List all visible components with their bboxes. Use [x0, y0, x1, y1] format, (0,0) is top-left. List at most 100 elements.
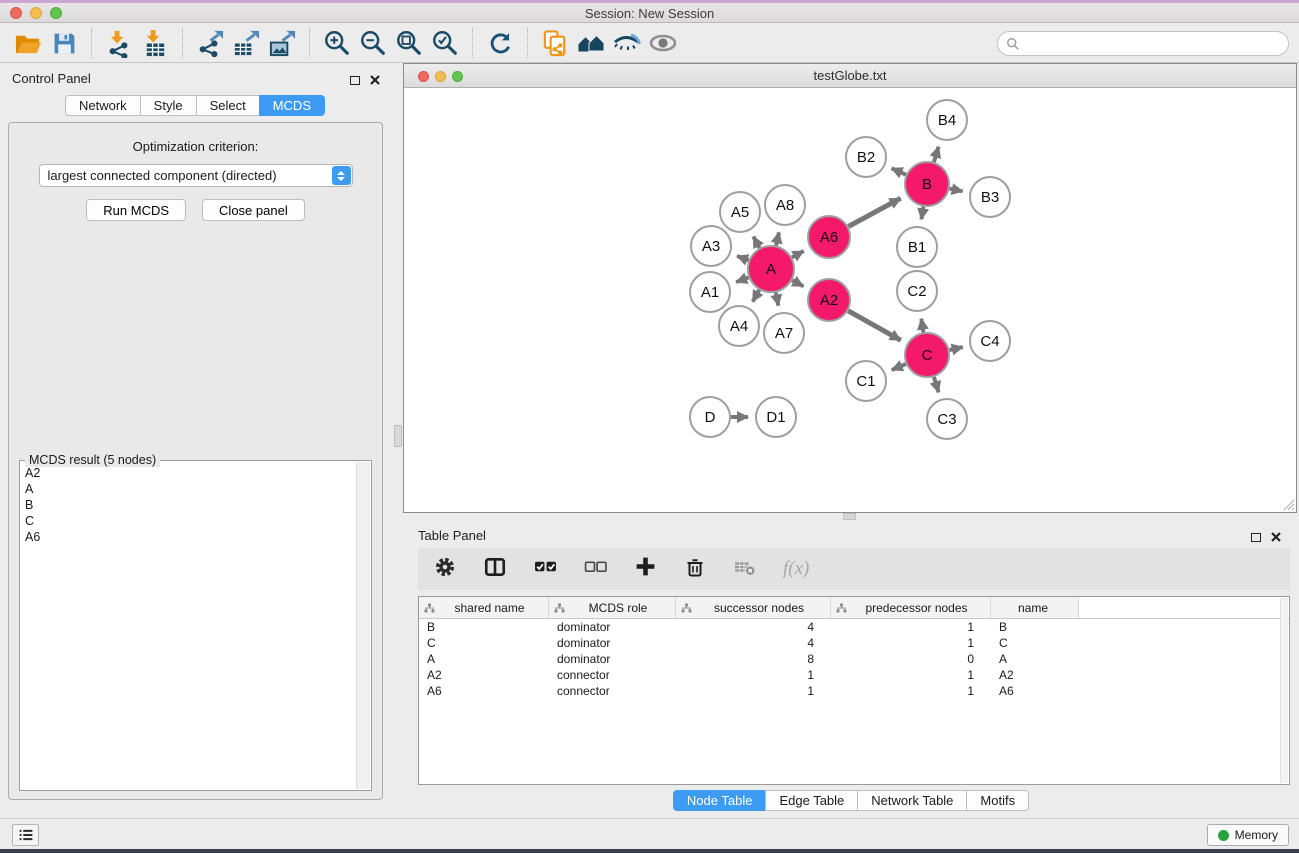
search-input[interactable] — [1025, 36, 1288, 51]
resize-grip-icon[interactable] — [1283, 499, 1295, 511]
clone-network-icon — [541, 29, 570, 58]
column-header-mcds-role[interactable]: MCDS role — [549, 597, 676, 618]
tab-style[interactable]: Style — [140, 95, 197, 116]
table-row[interactable]: A6connector11A6 — [419, 683, 1289, 699]
network-canvas[interactable]: AA1A3A5A8A4A7A6A2BB1B2B3B4CC1C2C3C4DD1 — [404, 88, 1296, 512]
tab-node-table[interactable]: Node Table — [673, 790, 767, 811]
close-panel-button-2[interactable]: Close panel — [202, 199, 305, 221]
column-header-name[interactable]: name — [991, 597, 1079, 618]
graph-edge-C-C3[interactable] — [934, 377, 939, 392]
float-panel-button[interactable] — [1251, 529, 1261, 547]
column-header-successor-nodes[interactable]: successor nodes — [676, 597, 831, 618]
table-row[interactable]: Bdominator41B — [419, 619, 1289, 635]
graph-edge-C-C4[interactable] — [950, 347, 963, 350]
network-view-window: testGlobe.txt AA1A3A5A8A4A7A6A2BB1B2B3B4… — [403, 63, 1297, 513]
export-table-icon — [232, 29, 261, 58]
refresh-button[interactable] — [482, 26, 518, 60]
mcds-result-item[interactable]: A — [25, 481, 355, 497]
home-layout-button[interactable] — [573, 26, 609, 60]
cell-mcds-role: connector — [549, 684, 676, 698]
trash-icon — [684, 556, 706, 578]
graph-edge-A6-B[interactable] — [848, 198, 900, 226]
graph-edge-B-B1[interactable] — [921, 207, 923, 220]
zoom-in-button[interactable] — [319, 26, 355, 60]
export-network-button[interactable] — [192, 26, 228, 60]
table-row[interactable]: Cdominator41C — [419, 635, 1289, 651]
column-header-filler — [1079, 597, 1289, 618]
hide-selected-button[interactable] — [609, 26, 645, 60]
tab-motifs[interactable]: Motifs — [966, 790, 1029, 811]
graph-edge-A-A8[interactable] — [776, 232, 779, 245]
criterion-dropdown[interactable]: largest connected component (directed) — [39, 164, 353, 187]
show-all-button[interactable] — [645, 26, 681, 60]
graph-edge-A-A2[interactable] — [792, 280, 803, 286]
graph-edge-B-B4[interactable] — [934, 147, 939, 162]
run-mcds-button[interactable]: Run MCDS — [86, 199, 186, 221]
delete-column-button[interactable] — [684, 556, 706, 583]
eye-icon — [648, 28, 678, 58]
horizontal-split-handle[interactable] — [843, 513, 856, 520]
column-header-predecessor-nodes[interactable]: predecessor nodes — [831, 597, 991, 618]
table-scrollbar[interactable] — [1280, 598, 1288, 783]
float-panel-button[interactable] — [350, 72, 360, 90]
table-header-row: shared name MCDS rolesuccessor nodesprede… — [419, 597, 1289, 619]
table-row[interactable]: Adominator80A — [419, 651, 1289, 667]
show-column-button[interactable] — [483, 555, 507, 584]
search-box[interactable] — [997, 31, 1289, 56]
graph-edge-A2-C[interactable] — [848, 311, 901, 341]
tab-mcds[interactable]: MCDS — [259, 95, 325, 116]
mcds-result-item[interactable]: B — [25, 497, 355, 513]
column-header-label: MCDS role — [569, 601, 675, 615]
select-all-columns-button[interactable] — [534, 555, 557, 583]
table-panel-title: Table Panel — [418, 528, 486, 543]
create-column-button[interactable] — [634, 555, 657, 583]
graph-edge-A-A5[interactable] — [753, 237, 759, 248]
graph-edge-A-A6[interactable] — [792, 251, 804, 257]
memory-button[interactable]: Memory — [1207, 824, 1289, 846]
tab-select[interactable]: Select — [196, 95, 260, 116]
clone-network-button[interactable] — [537, 26, 573, 60]
table-row[interactable]: A2connector11A2 — [419, 667, 1289, 683]
table-settings-button[interactable] — [434, 556, 456, 583]
mcds-result-item[interactable]: A2 — [25, 465, 355, 481]
network-window-titlebar[interactable]: testGlobe.txt — [404, 64, 1296, 88]
hierarchy-icon — [554, 603, 565, 613]
graph-edge-A-A7[interactable] — [776, 293, 779, 306]
column-header-shared-name[interactable]: shared name — [419, 597, 549, 618]
graph-edge-A-A1[interactable] — [736, 278, 748, 283]
graph-edge-C-C1[interactable] — [892, 364, 906, 370]
table-tabs: Node TableEdge TableNetwork TableMotifs — [403, 790, 1299, 811]
hierarchy-icon — [424, 603, 435, 613]
zoom-selected-button[interactable] — [427, 26, 463, 60]
cell-name: A2 — [991, 668, 1079, 682]
graph-edge-A-A4[interactable] — [753, 290, 760, 302]
export-image-button[interactable] — [264, 26, 300, 60]
toolbar-separator — [182, 28, 183, 58]
save-session-button[interactable] — [46, 26, 82, 60]
import-network-icon — [105, 29, 134, 58]
close-panel-button[interactable] — [370, 72, 380, 90]
graph-edge-B-B3[interactable] — [950, 189, 963, 192]
close-panel-button[interactable] — [1271, 529, 1281, 547]
result-scrollbar[interactable] — [356, 462, 370, 789]
export-table-button[interactable] — [228, 26, 264, 60]
graph-edge-B-B2[interactable] — [892, 168, 906, 174]
mcds-result-list: A2ABCA6 — [21, 465, 355, 789]
tab-network[interactable]: Network — [65, 95, 141, 116]
mcds-result-item[interactable]: C — [25, 513, 355, 529]
network-canvas-container: AA1A3A5A8A4A7A6A2BB1B2B3B4CC1C2C3C4DD1 — [404, 88, 1296, 512]
graph-edge-C-C2[interactable] — [921, 319, 923, 333]
unselect-all-columns-button[interactable] — [584, 555, 607, 583]
import-network-button[interactable] — [101, 26, 137, 60]
open-session-button[interactable] — [10, 26, 46, 60]
zoom-fit-button[interactable] — [391, 26, 427, 60]
vertical-split-handle[interactable] — [394, 425, 402, 447]
mcds-result-item[interactable]: A6 — [25, 529, 355, 545]
graph-edge-A-A3[interactable] — [737, 256, 749, 260]
tab-edge-table[interactable]: Edge Table — [765, 790, 858, 811]
zoom-out-button[interactable] — [355, 26, 391, 60]
task-history-button[interactable] — [12, 824, 39, 846]
tab-network-table[interactable]: Network Table — [857, 790, 967, 811]
import-table-button[interactable] — [137, 26, 173, 60]
session-title: Session: New Session — [0, 6, 1299, 21]
